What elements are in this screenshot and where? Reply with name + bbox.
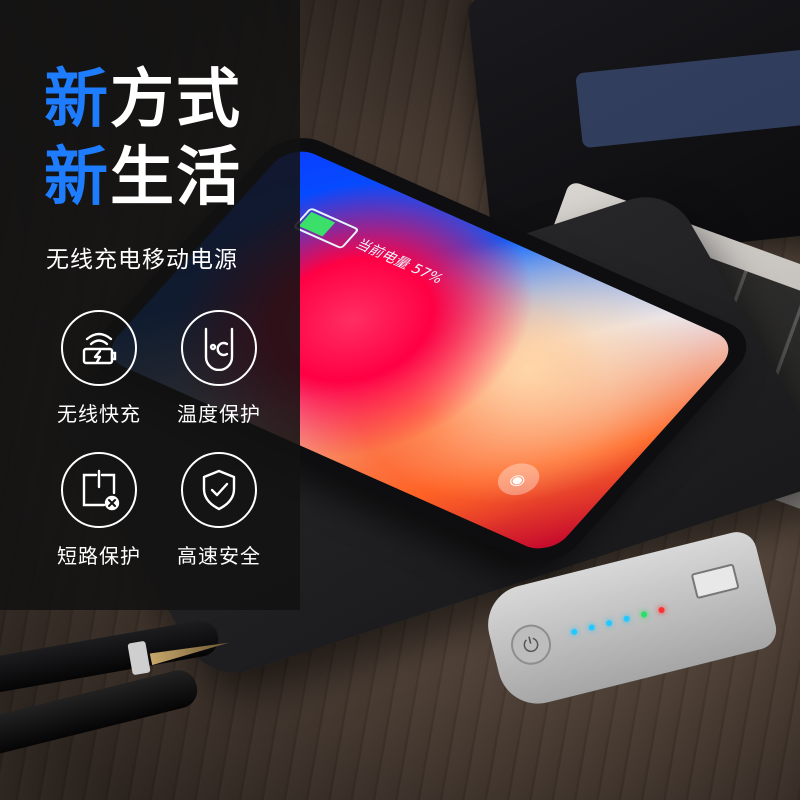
phone-battery-indicator: 当前电量 57%: [292, 207, 451, 290]
battery-fill: [298, 211, 336, 237]
battery-text: 当前电量 57%: [351, 237, 447, 287]
product-subtitle: 无线充电移动电源: [46, 247, 238, 273]
headline-line-2: 新生活: [44, 138, 242, 218]
headline-line-1: 新方式: [44, 60, 242, 140]
led-indicator: [622, 615, 631, 623]
feature-label: 温度保护: [177, 402, 261, 426]
led-indicator: [588, 623, 596, 632]
feature-wireless-charging: 无线快充: [44, 310, 154, 427]
wireless-charging-icon: [61, 310, 137, 386]
shield-check-icon: [181, 452, 257, 528]
laptop-dock: [575, 47, 800, 149]
feature-label: 无线快充: [57, 402, 141, 426]
feature-short-circuit-protection: 短路保护: [44, 452, 154, 569]
short-circuit-icon: [61, 452, 137, 528]
feature-label: 短路保护: [57, 544, 141, 568]
battery-icon: [292, 207, 360, 250]
led-indicator: [570, 628, 578, 636]
temperature-icon: [181, 310, 257, 386]
promo-panel: 新方式 新生活 无线充电移动电源 无线快充 温度保护 短路保护 高速安全: [0, 0, 300, 610]
headline-accent: 新: [44, 63, 110, 137]
led-indicator: [657, 606, 666, 614]
feature-label: 高速安全: [177, 544, 261, 568]
led-indicator: [605, 619, 613, 627]
power-button-icon: ⏻: [506, 620, 556, 669]
camera-icon: ◉: [489, 457, 548, 501]
headline-accent: 新: [44, 141, 110, 215]
headline-text: 方式: [110, 63, 242, 137]
usb-port: [690, 563, 740, 600]
led-indicator-row: [570, 606, 666, 636]
led-indicator: [640, 610, 648, 619]
headline-text: 生活: [110, 141, 242, 215]
feature-temperature-protection: 温度保护: [164, 310, 274, 427]
feature-high-speed-safety: 高速安全: [164, 452, 274, 569]
